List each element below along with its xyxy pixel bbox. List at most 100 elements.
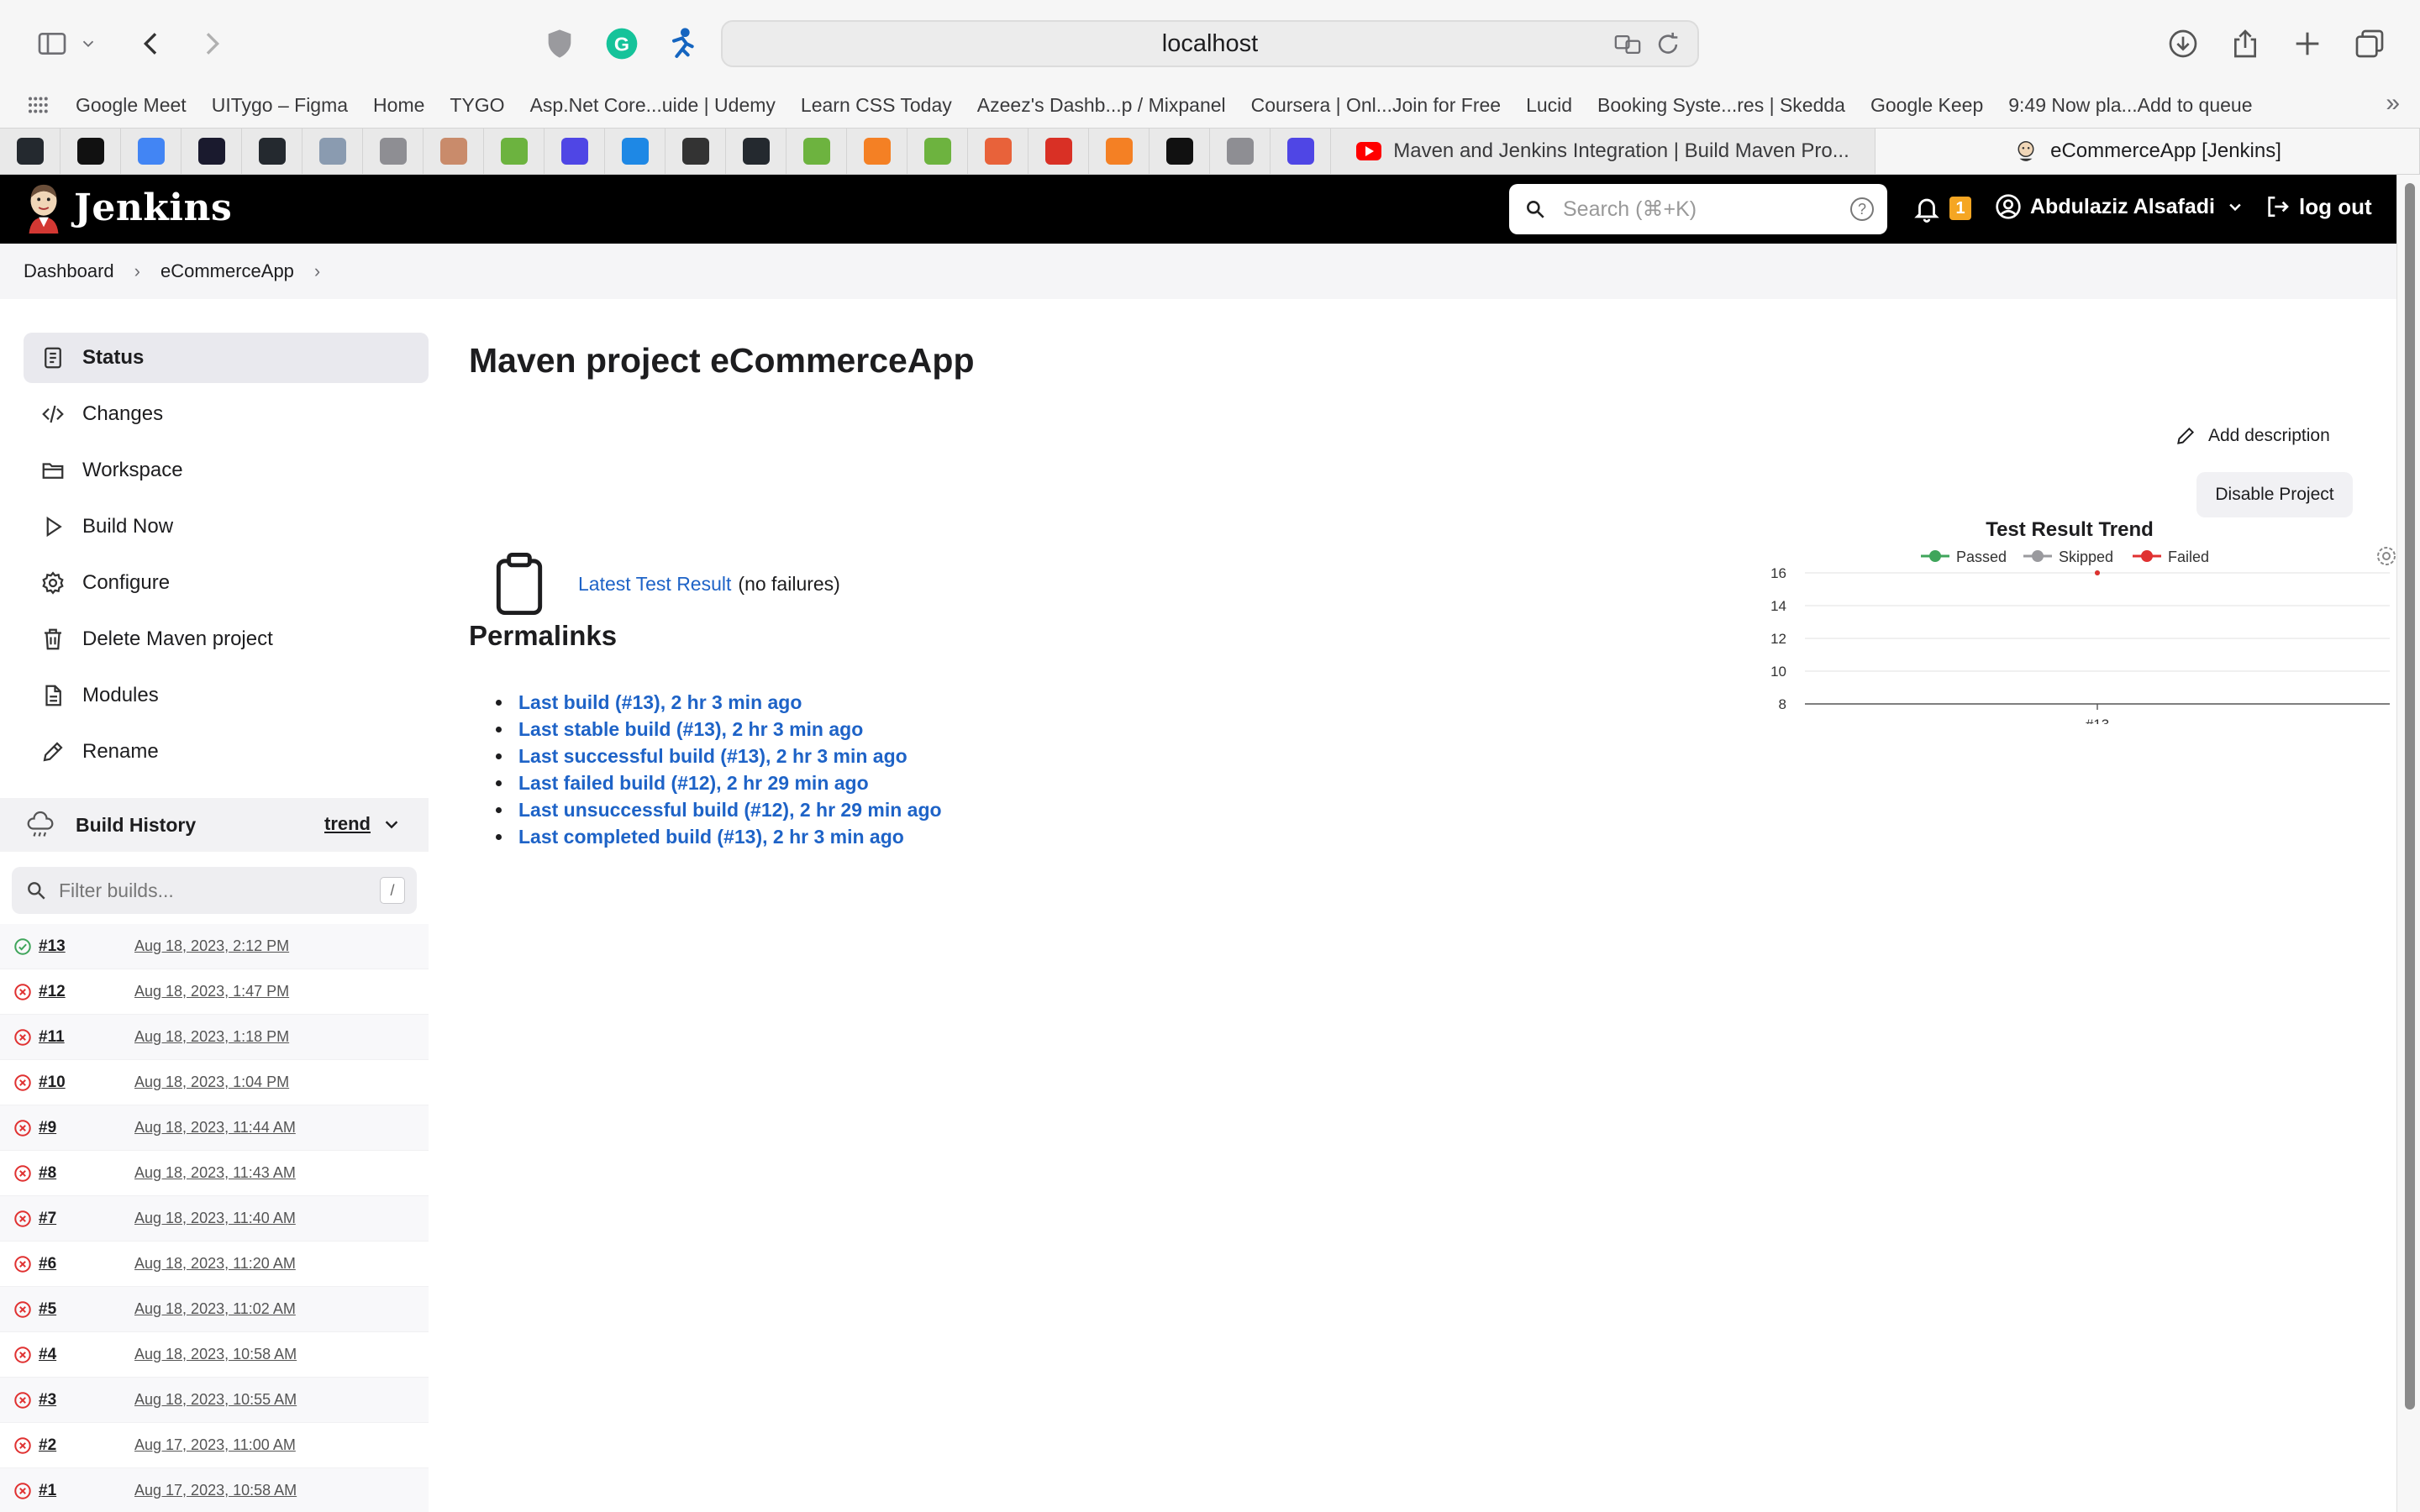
pinned-tab[interactable] [182,129,242,174]
build-date-link[interactable]: Aug 18, 2023, 1:18 PM [134,1028,289,1046]
pinned-tab[interactable] [302,129,363,174]
build-row[interactable]: #3 Aug 18, 2023, 10:55 AM [0,1378,429,1423]
pinned-tab[interactable] [786,129,847,174]
back-icon[interactable] [131,24,171,64]
tab-overview-icon[interactable] [2349,24,2390,64]
tab-maven-jenkins[interactable]: Maven and Jenkins Integration | Build Ma… [1331,129,1876,174]
build-number-link[interactable]: #10 [39,1074,66,1092]
pinned-tab[interactable] [1150,129,1210,174]
bookmark-item[interactable]: Learn CSS Today [801,94,952,117]
build-row[interactable]: #7 Aug 18, 2023, 11:40 AM [0,1196,429,1242]
task-modules[interactable]: Modules [24,670,429,721]
permalink-last-build[interactable]: Last build (#13), 2 hr 3 min ago [496,689,942,716]
build-row[interactable]: #4 Aug 18, 2023, 10:58 AM [0,1332,429,1378]
trend-link[interactable]: trend [324,813,421,835]
breadcrumb-ecommerceapp[interactable]: eCommerceApp [160,260,294,282]
tab-ecommerceapp[interactable]: eCommerceApp [Jenkins] [1876,129,2420,174]
add-description-link[interactable]: Add description [2175,425,2330,447]
build-date-link[interactable]: Aug 18, 2023, 11:20 AM [134,1255,296,1273]
help-icon[interactable]: ? [1850,197,1874,221]
build-date-link[interactable]: Aug 18, 2023, 11:43 AM [134,1164,296,1182]
pinned-tab[interactable] [0,129,60,174]
bookmark-item[interactable]: Home [373,94,424,117]
build-row[interactable]: #6 Aug 18, 2023, 11:20 AM [0,1242,429,1287]
build-date-link[interactable]: Aug 18, 2023, 11:40 AM [134,1210,296,1227]
shield-icon[interactable] [539,24,580,64]
page-scrollbar[interactable] [2396,175,2420,1512]
pinned-tab[interactable] [847,129,908,174]
notifications-button[interactable]: 1 [1912,193,1971,223]
bookmark-item[interactable]: Google Meet [76,94,187,117]
bookmark-item[interactable]: TYGO [450,94,504,117]
pinned-tab[interactable] [121,129,182,174]
bookmark-item[interactable]: Asp.Net Core...uide | Udemy [530,94,776,117]
build-date-link[interactable]: Aug 18, 2023, 2:12 PM [134,937,289,955]
permalink-last-unsuccessful-build[interactable]: Last unsuccessful build (#12), 2 hr 29 m… [496,796,942,823]
url-field[interactable]: localhost [721,20,1699,67]
build-date-link[interactable]: Aug 17, 2023, 11:00 AM [134,1436,296,1454]
latest-test-result-link[interactable]: Latest Test Result [578,573,731,596]
build-row[interactable]: #9 Aug 18, 2023, 11:44 AM [0,1105,429,1151]
build-number-link[interactable]: #13 [39,937,66,956]
build-date-link[interactable]: Aug 17, 2023, 10:58 AM [134,1482,297,1499]
pinned-tab[interactable] [424,129,484,174]
jenkins-logo[interactable]: Jenkins [24,181,232,234]
disable-project-button[interactable]: Disable Project [2196,472,2353,517]
pinned-tab[interactable] [605,129,666,174]
build-row[interactable]: #5 Aug 18, 2023, 11:02 AM [0,1287,429,1332]
bookmarks-overflow-icon[interactable]: » [2386,89,2400,118]
build-date-link[interactable]: Aug 18, 2023, 10:58 AM [134,1346,297,1363]
build-row[interactable]: #11 Aug 18, 2023, 1:18 PM [0,1015,429,1060]
pinned-tab[interactable] [363,129,424,174]
apps-grid-icon[interactable] [20,87,57,123]
pinned-tab[interactable] [1210,129,1270,174]
chart-settings-icon[interactable] [2377,547,2396,565]
pinned-tab[interactable] [1089,129,1150,174]
build-number-link[interactable]: #6 [39,1255,56,1273]
task-delete-maven-project[interactable]: Delete Maven project [24,614,429,664]
build-number-link[interactable]: #8 [39,1164,56,1183]
pinned-tab[interactable] [1270,129,1331,174]
chevron-down-icon[interactable] [76,24,101,64]
bookmark-item[interactable]: Lucid [1526,94,1572,117]
pinned-tab[interactable] [726,129,786,174]
build-number-link[interactable]: #4 [39,1346,56,1364]
build-row[interactable]: #13 Aug 18, 2023, 2:12 PM [0,924,429,969]
search-box[interactable]: ? [1509,184,1887,234]
permalink-last-successful-build[interactable]: Last successful build (#13), 2 hr 3 min … [496,743,942,769]
pinned-tab[interactable] [484,129,544,174]
reload-icon[interactable] [1654,30,1682,59]
pinned-tab[interactable] [242,129,302,174]
build-number-link[interactable]: #3 [39,1391,56,1410]
pinned-tab[interactable] [968,129,1028,174]
search-input[interactable] [1563,197,1832,222]
build-number-link[interactable]: #11 [39,1028,65,1047]
translate-icon[interactable] [1613,30,1642,59]
permalink-last-completed-build[interactable]: Last completed build (#13), 2 hr 3 min a… [496,823,942,850]
build-row[interactable]: #1 Aug 17, 2023, 10:58 AM [0,1468,429,1512]
build-date-link[interactable]: Aug 18, 2023, 1:47 PM [134,983,289,1000]
bookmark-item[interactable]: Google Keep [1870,94,1983,117]
breadcrumb-dashboard[interactable]: Dashboard [24,260,114,282]
build-number-link[interactable]: #5 [39,1300,56,1319]
new-tab-icon[interactable] [2287,24,2328,64]
pinned-tab[interactable] [60,129,121,174]
build-number-link[interactable]: #12 [39,983,66,1001]
task-workspace[interactable]: Workspace [24,445,429,496]
task-rename[interactable]: Rename [24,727,429,777]
build-row[interactable]: #8 Aug 18, 2023, 11:43 AM [0,1151,429,1196]
grammarly-extension-icon[interactable]: G [602,24,642,64]
build-date-link[interactable]: Aug 18, 2023, 10:55 AM [134,1391,297,1409]
bookmark-item[interactable]: Azeez's Dashb...p / Mixpanel [977,94,1226,117]
pinned-tab[interactable] [666,129,726,174]
user-menu[interactable]: Abdulaziz Alsafadi [1995,193,2252,220]
logout-button[interactable]: log out [2264,193,2372,220]
build-date-link[interactable]: Aug 18, 2023, 11:02 AM [134,1300,296,1318]
build-row[interactable]: #2 Aug 17, 2023, 11:00 AM [0,1423,429,1468]
pinned-tab[interactable] [1028,129,1089,174]
runner-extension-icon[interactable] [662,24,702,64]
build-row[interactable]: #10 Aug 18, 2023, 1:04 PM [0,1060,429,1105]
task-configure[interactable]: Configure [24,558,429,608]
forward-icon[interactable] [192,24,232,64]
scrollbar-thumb[interactable] [2405,183,2415,1410]
